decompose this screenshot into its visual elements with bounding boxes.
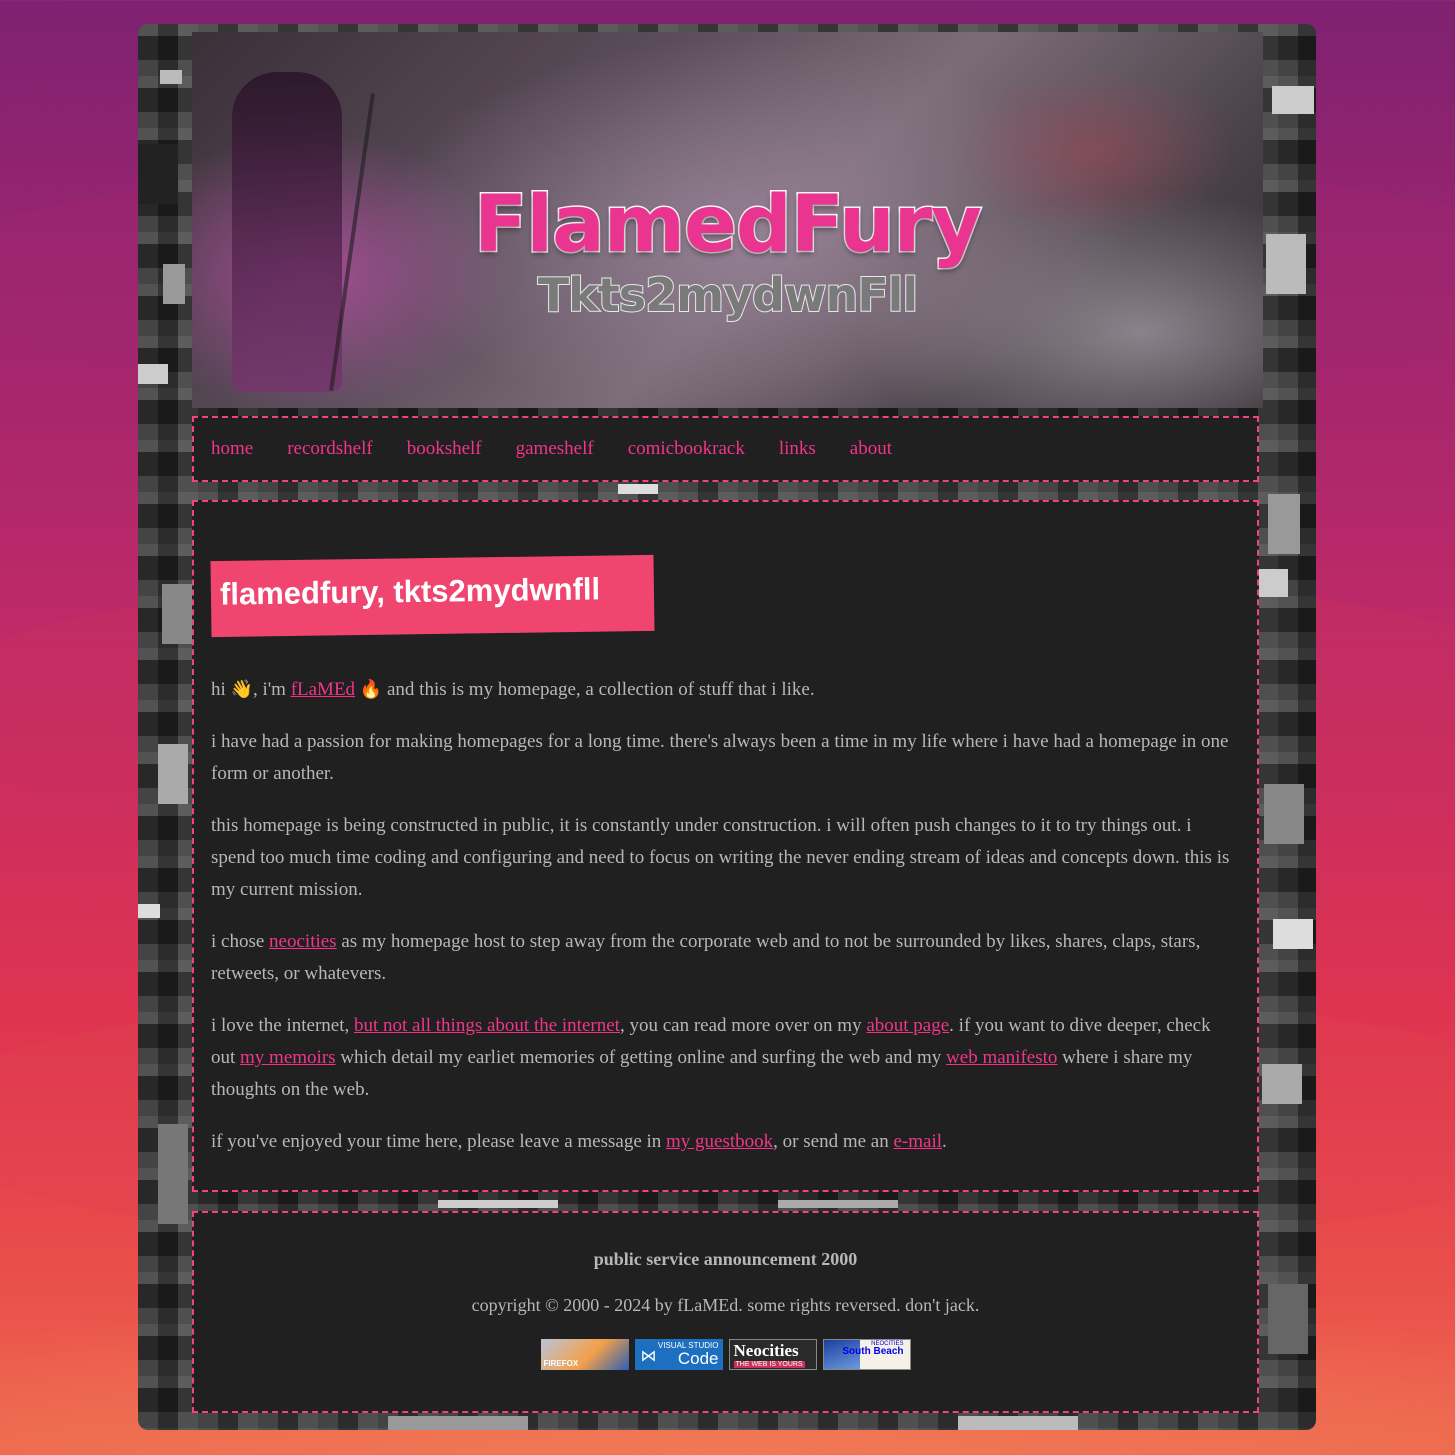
vscode-badge[interactable]: ⋈ VISUAL STUDIO Code [634, 1339, 723, 1370]
nav-about[interactable]: about [850, 438, 892, 459]
guestbook-link[interactable]: my guestbook [666, 1131, 773, 1152]
copyright-text: copyright © 2000 - 2024 by fLaMEd. some … [471, 1295, 980, 1315]
header-banner: FlamedFury Tkts2mydwnFll [192, 32, 1263, 408]
psa-text: public service announcement 2000 [593, 1249, 858, 1269]
neocities-link[interactable]: neocities [269, 931, 337, 952]
vscode-icon: ⋈ [640, 1348, 657, 1365]
nav-comicbookrack[interactable]: comicbookrack [628, 438, 745, 459]
site-logo-title: FlamedFury [473, 179, 984, 272]
email-link[interactable]: e-mail [893, 1131, 942, 1152]
waving-hand-icon: 👋 [230, 679, 253, 700]
name-link[interactable]: fLaMEd [291, 679, 355, 700]
paragraph: i have had a passion for making homepage… [211, 731, 1229, 784]
about-page-link[interactable]: about page [866, 1015, 949, 1036]
paragraph: hi 👋, i'm fLaMEd 🔥 and this is my homepa… [211, 679, 815, 700]
internet-link[interactable]: but not all things about the internet [354, 1015, 620, 1036]
paragraph: if you've enjoyed your time here, please… [211, 1131, 947, 1152]
intro-text: hi 👋, i'm fLaMEd 🔥 and this is my homepa… [211, 674, 1237, 1178]
main-nav: home recordshelf bookshelf gameshelf com… [192, 416, 1259, 482]
nav-gameshelf[interactable]: gameshelf [516, 438, 594, 459]
neocities-badge[interactable]: Neocities THE WEB IS YOURS [728, 1339, 817, 1370]
nav-links[interactable]: links [779, 438, 816, 459]
south-beach-badge[interactable]: NEOCITIES South Beach [822, 1339, 911, 1370]
paragraph: i love the internet, but not all things … [211, 1015, 1211, 1100]
paragraph: i chose neocities as my homepage host to… [211, 931, 1201, 984]
page-frame: FlamedFury Tkts2mydwnFll home recordshel… [138, 24, 1316, 1430]
web-manifesto-link[interactable]: web manifesto [946, 1047, 1057, 1068]
badge-row: FIREFOX ⋈ VISUAL STUDIO Code Neocities THE … [194, 1339, 1257, 1370]
nav-bookshelf[interactable]: bookshelf [407, 438, 482, 459]
paragraph: this homepage is being constructed in pu… [211, 815, 1230, 900]
nav-home[interactable]: home [211, 438, 253, 459]
nav-recordshelf[interactable]: recordshelf [287, 438, 372, 459]
page-title: flamedfury, tkts2mydwnfll [219, 571, 601, 612]
site-logo-subtitle: Tkts2mydwnFll [537, 267, 919, 323]
memoirs-link[interactable]: my memoirs [240, 1047, 336, 1068]
firefox-badge[interactable]: FIREFOX [540, 1339, 629, 1370]
main-content: flamedfury, tkts2mydwnfll hi 👋, i'm fLaM… [192, 500, 1259, 1192]
fire-icon: 🔥 [359, 679, 383, 700]
site-footer: public service announcement 2000 copyrig… [192, 1211, 1259, 1413]
